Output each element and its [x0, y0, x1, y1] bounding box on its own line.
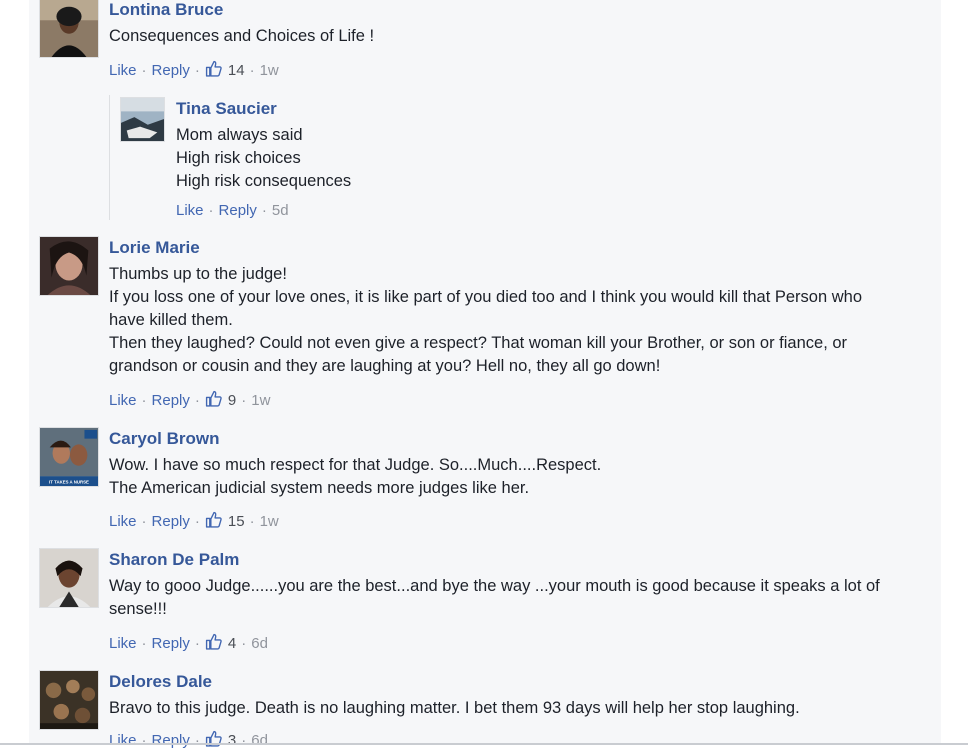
separator: ·: [241, 732, 247, 749]
timestamp[interactable]: 6d: [251, 732, 268, 749]
comment-line: High risk consequences: [176, 172, 352, 190]
comment-line: Wow. I have so much respect for that Jud…: [109, 456, 602, 474]
avatar[interactable]: [39, 0, 99, 58]
reaction-count[interactable]: 14: [228, 62, 245, 79]
comment-line: have killed them.: [109, 311, 233, 329]
comment-author[interactable]: Lorie Marie: [109, 238, 200, 258]
comment-line: grandson or cousin and they are laughing…: [109, 357, 661, 375]
comment-line: Consequences and Choices of Life !: [109, 27, 375, 45]
separator: ·: [194, 392, 200, 409]
svg-text:IT TAKES A NURSE: IT TAKES A NURSE: [49, 480, 89, 485]
thumbs-up-icon[interactable]: [205, 390, 222, 407]
reply-link[interactable]: Reply: [152, 392, 190, 409]
comment-line: High risk choices: [176, 149, 301, 167]
reply-link[interactable]: Reply: [152, 62, 190, 79]
comment-line: The American judicial system needs more …: [109, 479, 530, 497]
separator: ·: [141, 392, 147, 409]
avatar[interactable]: [39, 670, 99, 730]
comment-author[interactable]: Sharon De Palm: [109, 550, 239, 570]
thumbs-up-icon[interactable]: [205, 511, 222, 528]
comment-text: Consequences and Choices of Life !: [109, 25, 374, 48]
timestamp[interactable]: 6d: [251, 635, 268, 652]
comment-line: sense!!!: [109, 600, 167, 618]
separator: ·: [194, 635, 200, 652]
separator: ·: [241, 392, 247, 409]
reply-link[interactable]: Reply: [219, 202, 257, 219]
avatar[interactable]: [120, 97, 165, 142]
separator: ·: [194, 732, 200, 749]
avatar[interactable]: [39, 548, 99, 608]
separator: ·: [241, 635, 247, 652]
avatar[interactable]: [39, 236, 99, 296]
comment-actions: Like · Reply · 14 · 1w: [109, 60, 279, 79]
comment-text: Bravo to this judge. Death is no laughin…: [109, 697, 800, 720]
thumbs-up-icon[interactable]: [205, 633, 222, 650]
like-link[interactable]: Like: [109, 635, 137, 652]
comment-text: Wow. I have so much respect for that Jud…: [109, 454, 601, 500]
separator: ·: [261, 202, 267, 219]
comment-line: Then they laughed? Could not even give a…: [109, 334, 848, 352]
comment-line: Bravo to this judge. Death is no laughin…: [109, 699, 800, 717]
reply-link[interactable]: Reply: [152, 513, 190, 530]
like-link[interactable]: Like: [109, 62, 137, 79]
comment-text: Way to gooo Judge......you are the best.…: [109, 575, 880, 621]
reply-link[interactable]: Reply: [152, 732, 190, 749]
timestamp[interactable]: 1w: [260, 62, 279, 79]
separator: ·: [194, 62, 200, 79]
comment-line: Way to gooo Judge......you are the best.…: [109, 577, 880, 595]
reaction-count[interactable]: 3: [228, 732, 236, 749]
timestamp[interactable]: 1w: [251, 392, 270, 409]
separator: ·: [141, 62, 147, 79]
comment-actions: Like · Reply · 9 · 1w: [109, 390, 270, 409]
separator: ·: [194, 513, 200, 530]
like-link[interactable]: Like: [176, 202, 204, 219]
reply-link[interactable]: Reply: [152, 635, 190, 652]
timestamp[interactable]: 1w: [260, 513, 279, 530]
comment-text: Thumbs up to the judge! If you loss one …: [109, 263, 862, 378]
comment-line: Thumbs up to the judge!: [109, 265, 287, 283]
reaction-count[interactable]: 9: [228, 392, 236, 409]
timestamp[interactable]: 5d: [272, 202, 289, 219]
comment-text: Mom always said High risk choices High r…: [176, 124, 351, 193]
like-link[interactable]: Like: [109, 513, 137, 530]
separator: ·: [249, 513, 255, 530]
comment-actions: Like · Reply · 3 · 6d: [109, 730, 268, 749]
comment-line: If you loss one of your love ones, it is…: [109, 288, 863, 306]
reaction-count[interactable]: 4: [228, 635, 236, 652]
comment-author[interactable]: Lontina Bruce: [109, 0, 223, 20]
comment-author[interactable]: Tina Saucier: [176, 99, 277, 119]
separator: ·: [249, 62, 255, 79]
comment-author[interactable]: Delores Dale: [109, 672, 212, 692]
avatar[interactable]: IT TAKES A NURSE: [39, 427, 99, 487]
like-link[interactable]: Like: [109, 732, 137, 749]
comment-author[interactable]: Caryol Brown: [109, 429, 220, 449]
like-link[interactable]: Like: [109, 392, 137, 409]
reaction-count[interactable]: 15: [228, 513, 245, 530]
thumbs-up-icon[interactable]: [205, 60, 222, 77]
comment-actions: Like · Reply · 15 · 1w: [109, 511, 279, 530]
comment-actions: Like · Reply · 4 · 6d: [109, 633, 268, 652]
reply-thread-line: [109, 95, 110, 220]
comment-line: Mom always said: [176, 126, 303, 144]
separator: ·: [141, 513, 147, 530]
comment-actions: Like · Reply · 5d: [176, 202, 289, 219]
separator: ·: [141, 732, 147, 749]
separator: ·: [208, 202, 214, 219]
separator: ·: [141, 635, 147, 652]
